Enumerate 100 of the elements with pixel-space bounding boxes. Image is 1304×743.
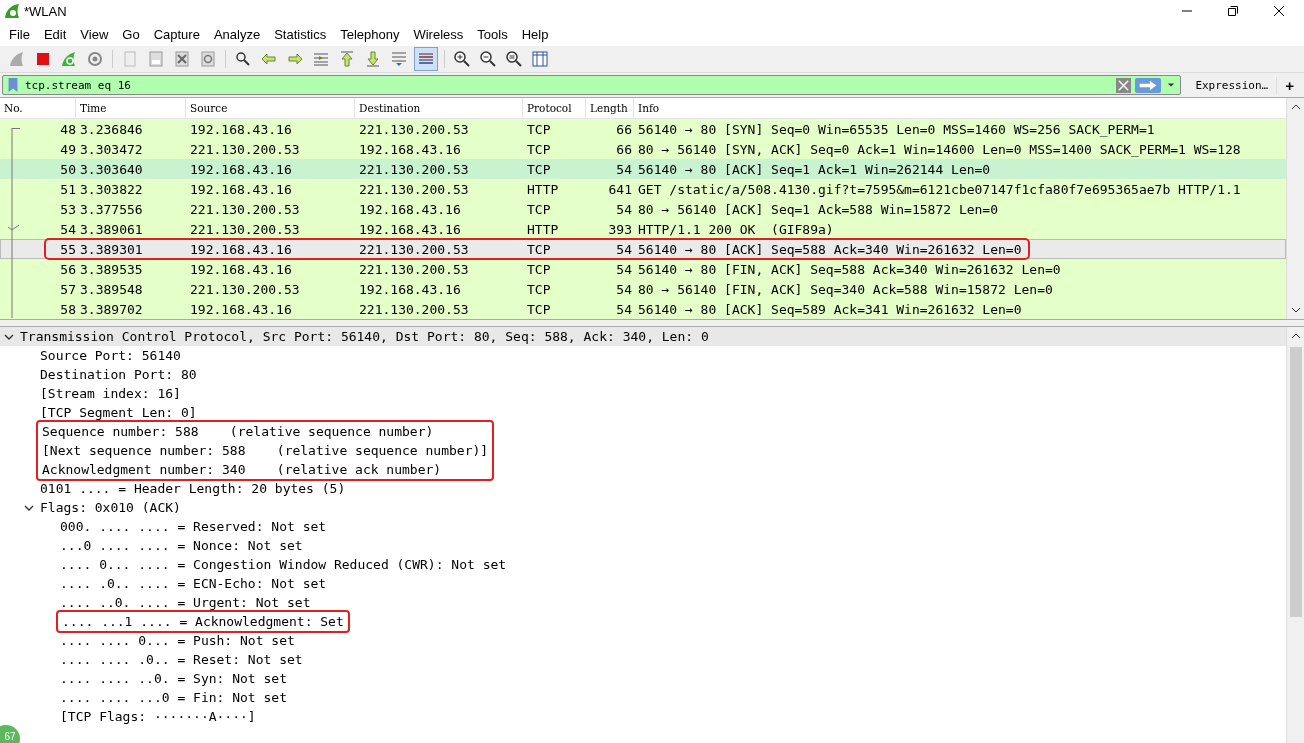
scrollbar[interactable] xyxy=(1286,327,1304,743)
table-cell-text: 3.389548 xyxy=(79,281,144,297)
packet-row[interactable]: 55 3.389301 192.168.43.16 221.130.200.53 TCP 54 56140 → 80 [ACK] Seq=588 Ack=340 Win=261632 Len=0 xyxy=(0,239,1286,259)
table-cell-text: 192.168.43.16 xyxy=(189,181,293,197)
tree-item[interactable]: .... .0.. .... = ECN-Echo: Not set xyxy=(0,574,1286,593)
menu-item[interactable]: View xyxy=(74,26,115,42)
table-cell-text: TCP xyxy=(526,241,552,257)
table-cell-text: 66 xyxy=(615,141,633,157)
table-cell-text: 56140 → 80 [FIN, ACK] Seq=588 Ack=340 Win=261632 Len=0 xyxy=(637,261,1061,277)
packet-row[interactable]: 48 3.236846 192.168.43.16 221.130.200.53 TCP 66 56140 → 80 [SYN] Seq=0 Win=65535 Len=0 MSS=1460 WS=256 SACK_PERM=1 xyxy=(0,119,1286,139)
menu-item[interactable]: Go xyxy=(116,26,146,42)
table-cell-text: 221.130.200.53 xyxy=(358,121,470,137)
table-cell-text: 58 xyxy=(59,301,76,317)
clear-icon[interactable] xyxy=(1116,77,1132,93)
menu-item[interactable]: Tools xyxy=(471,26,514,42)
table-cell-text: 192.168.43.16 xyxy=(189,241,293,257)
menu-item[interactable]: Analyze xyxy=(207,26,267,42)
packet-row[interactable]: 49 3.303472 221.130.200.53 192.168.43.16 TCP 66 80 → 56140 [SYN, ACK] Seq=0 Ack=1 Win=14600 Len=0 MSS=1400 SACK_PERM=1 WS=128 xyxy=(0,139,1286,159)
column-header[interactable]: Protocol xyxy=(523,98,586,118)
table-cell-text: 54 xyxy=(615,281,633,297)
dropdown-caret-icon[interactable] xyxy=(1167,82,1176,88)
column-header[interactable]: No. xyxy=(0,98,76,118)
tree-item[interactable]: .... .... ..0. = Syn: Not set xyxy=(0,669,1286,688)
tree-item[interactable]: .... .... .0.. = Reset: Not set xyxy=(0,650,1286,669)
menu-item[interactable]: Edit xyxy=(37,26,73,42)
table-cell-text: 192.168.43.16 xyxy=(358,201,462,217)
table-cell-text: HTTP xyxy=(526,181,560,197)
table-cell-text: 221.130.200.53 xyxy=(189,201,301,217)
column-header[interactable]: Length xyxy=(586,98,634,118)
column-header[interactable]: Destination xyxy=(355,98,523,118)
resize-columns-icon[interactable] xyxy=(529,48,551,70)
tree-item[interactable]: Flags: 0x010 (ACK) xyxy=(0,498,1286,517)
table-cell-text: 221.130.200.53 xyxy=(358,301,470,317)
close-icon[interactable] xyxy=(1274,6,1284,16)
table-cell-text: TCP xyxy=(526,301,552,317)
menu-item[interactable]: Wireless xyxy=(407,26,470,42)
tree-item[interactable]: Transmission Control Protocol, Src Port: 56140, Dst Port: 80, Seq: 588, Ack: 340, Len: 0 xyxy=(0,327,1286,346)
scroll-thumb[interactable] xyxy=(1289,347,1302,617)
tree-item[interactable]: [TCP Segment Len: 0] xyxy=(0,403,1286,422)
table-cell-text: 221.130.200.53 xyxy=(358,241,470,257)
scroll-up-icon[interactable] xyxy=(1290,333,1301,339)
table-cell-text: 3.389702 xyxy=(79,301,144,317)
column-header[interactable]: Info xyxy=(634,98,1286,118)
table-cell-text: 393 xyxy=(607,221,633,237)
bookmark-icon[interactable] xyxy=(7,77,19,93)
table-cell-text: 3.377556 xyxy=(79,201,144,217)
scrollbar[interactable] xyxy=(1286,98,1304,319)
maximize-icon[interactable] xyxy=(1228,6,1238,16)
menu-item[interactable]: Help xyxy=(515,26,555,42)
table-cell-text: HTTP/1.1 200 OK (GIF89a) xyxy=(637,221,834,237)
tree-item[interactable]: [Stream index: 16] xyxy=(0,384,1286,403)
tree-item[interactable]: .... 0... .... = Congestion Window Reduced (CWR): Not set xyxy=(0,555,1286,574)
expression-button[interactable]: Expression… xyxy=(1187,78,1277,92)
table-cell-text: 56140 → 80 [ACK] Seq=588 Ack=340 Win=261632 Len=0 xyxy=(637,241,1022,257)
table-cell-text: 56140 → 80 [SYN] Seq=0 Win=65535 Len=0 MSS=1460 WS=256 SACK_PERM=1 xyxy=(637,121,1155,137)
packet-row[interactable]: 51 3.303822 192.168.43.16 221.130.200.53 HTTP 641 GET /static/a/508.4130.gif?t=7595&m=6121cbe07147f1cfa80f7e695365ae7b HTTP/1.1 xyxy=(0,179,1286,199)
table-cell-text: 53 xyxy=(59,201,76,217)
packet-row[interactable]: 53 3.377556 221.130.200.53 192.168.43.16 TCP 54 80 → 56140 [ACK] Seq=1 Ack=588 Win=15872 Len=0 xyxy=(0,199,1286,219)
menu-item[interactable]: Statistics xyxy=(268,26,333,42)
tree-item[interactable]: .... ..0. .... = Urgent: Not set xyxy=(0,593,1286,612)
table-cell-text: TCP xyxy=(526,201,552,217)
tree-item[interactable]: Destination Port: 80 xyxy=(0,365,1286,384)
menu-item[interactable]: Capture xyxy=(147,26,206,42)
packet-row[interactable]: 56 3.389535 192.168.43.16 221.130.200.53 TCP 54 56140 → 80 [FIN, ACK] Seq=588 Ack=340 Win=261632 Len=0 xyxy=(0,259,1286,279)
tree-item[interactable]: [TCP Flags: ·······A····] xyxy=(0,707,1286,726)
tree-item[interactable]: 000. .... .... = Reserved: Not set xyxy=(0,517,1286,536)
packet-row[interactable]: 57 3.389548 221.130.200.53 192.168.43.16 TCP 54 80 → 56140 [FIN, ACK] Seq=340 Ack=588 Win=15872 Len=0 xyxy=(0,279,1286,299)
table-cell-text: 80 → 56140 [ACK] Seq=1 Ack=588 Win=15872 Len=0 xyxy=(637,201,999,217)
table-cell-text: HTTP xyxy=(526,221,560,237)
tree-item[interactable]: Source Port: 56140 xyxy=(0,346,1286,365)
table-cell-text: 3.236846 xyxy=(79,121,144,137)
table-cell-text: 3.303640 xyxy=(79,161,144,177)
column-header[interactable]: Source xyxy=(186,98,355,118)
table-cell-text: 3.389301 xyxy=(79,241,144,257)
tree-item[interactable]: .... .... ...0 = Fin: Not set xyxy=(0,688,1286,707)
colorize-icon[interactable] xyxy=(414,47,438,71)
tree-item[interactable]: Acknowledgment number: 340 (relative ack number) xyxy=(42,460,489,479)
table-cell-text: GET /static/a/508.4130.gif?t=7595&m=6121cbe07147f1cfa80f7e695365ae7b HTTP/1.1 xyxy=(637,181,1241,197)
tree-item[interactable]: Sequence number: 588 (relative sequence number) xyxy=(42,422,489,441)
tree-item[interactable]: [Next sequence number: 588 (relative sequence number)] xyxy=(42,441,489,460)
filter-field[interactable]: tcp.stream eq 16 xyxy=(2,75,1182,95)
packet-row[interactable]: 54 3.389061 221.130.200.53 192.168.43.16 HTTP 393 HTTP/1.1 200 OK (GIF89a) xyxy=(0,219,1286,239)
menu-item[interactable]: Telephony xyxy=(334,26,406,42)
table-cell-text: 50 xyxy=(59,161,76,177)
scroll-up-icon[interactable] xyxy=(1290,104,1301,110)
packet-row[interactable]: 58 3.389702 192.168.43.16 221.130.200.53 TCP 54 56140 → 80 [ACK] Seq=589 Ack=341 Win=261632 Len=0 xyxy=(0,299,1286,319)
column-header[interactable]: Time xyxy=(76,98,186,118)
tree-item[interactable]: .... .... 0... = Push: Not set xyxy=(0,631,1286,650)
add-filter-button[interactable]: + xyxy=(1276,76,1302,94)
tree-item[interactable]: 0101 .... = Header Length: 20 bytes (5) xyxy=(0,479,1286,498)
packet-row[interactable]: 50 3.303640 192.168.43.16 221.130.200.53 TCP 54 56140 → 80 [ACK] Seq=1 Ack=1 Win=262144 Len=0 xyxy=(0,159,1286,179)
table-cell-text: 56140 → 80 [ACK] Seq=589 Ack=341 Win=261632 Len=0 xyxy=(637,301,1022,317)
table-cell-text: 221.130.200.53 xyxy=(189,221,301,237)
table-cell-text: 3.303822 xyxy=(79,181,144,197)
tree-item[interactable]: ...0 .... .... = Nonce: Not set xyxy=(0,536,1286,555)
table-cell-text: 192.168.43.16 xyxy=(189,161,293,177)
menu-item[interactable]: File xyxy=(3,26,36,42)
tree-item[interactable]: .... ...1 .... = Acknowledgment: Set xyxy=(62,612,344,631)
scroll-down-icon[interactable] xyxy=(1290,307,1301,313)
table-cell-text: 192.168.43.16 xyxy=(358,221,462,237)
